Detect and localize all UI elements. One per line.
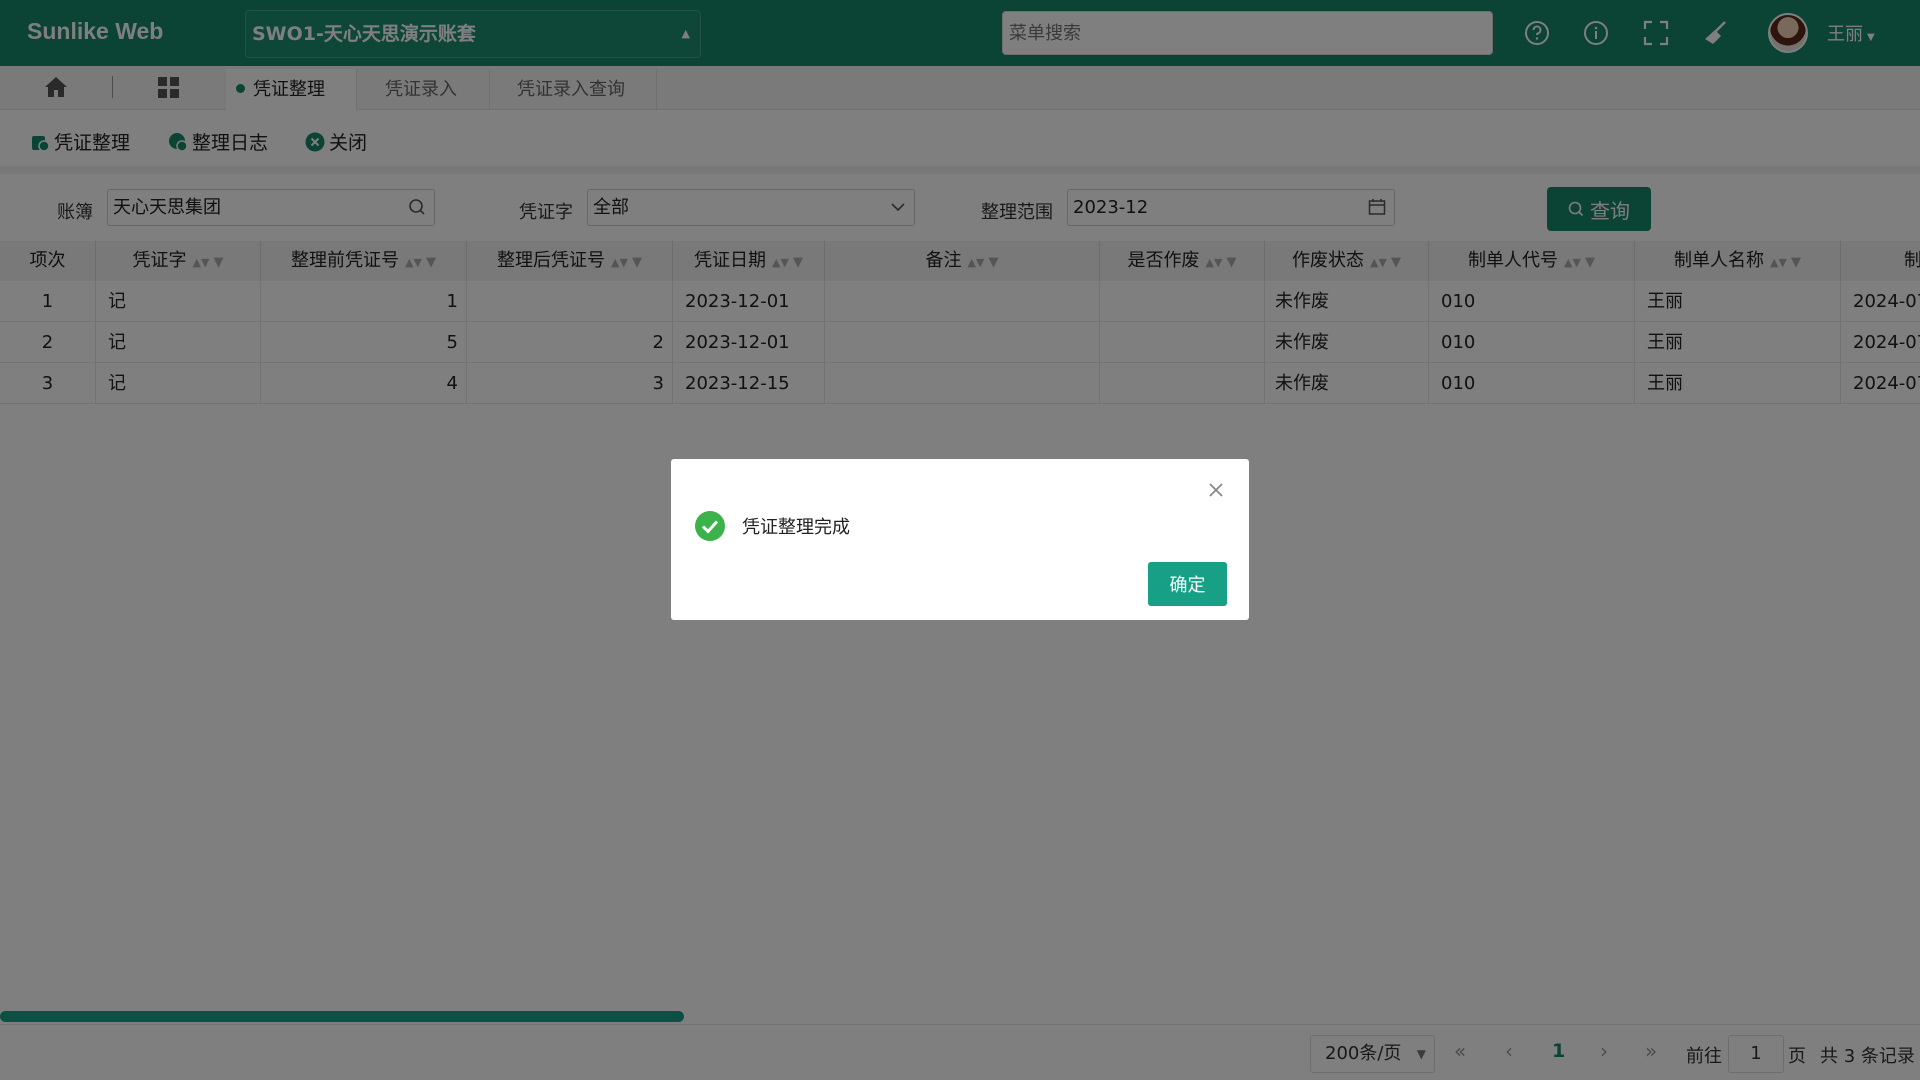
dialog-message: 凭证整理完成: [742, 517, 850, 538]
message-dialog: 凭证整理完成 确定: [671, 459, 1249, 620]
success-check-icon: [695, 511, 725, 541]
confirm-button[interactable]: 确定: [1148, 562, 1227, 606]
close-icon[interactable]: [1205, 479, 1227, 501]
